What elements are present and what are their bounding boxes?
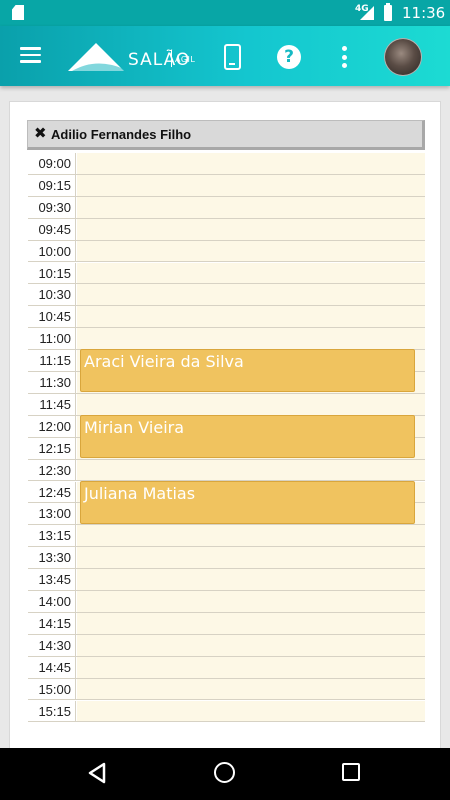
time-label: 10:15 [28, 262, 76, 284]
appointment-client-name: Mirian Vieira [84, 417, 185, 437]
time-slot-row: 13:30 [28, 547, 425, 570]
time-label: 10:00 [28, 240, 76, 262]
time-slot-row: 09:45 [28, 218, 425, 241]
resource-header: ✖ Adilio Fernandes Filho [27, 120, 425, 150]
app-bar: SALÃO ÁGIL ? [0, 26, 450, 86]
time-label: 11:45 [28, 393, 76, 415]
time-slot-row: 09:15 [28, 174, 425, 197]
time-slot-row: 09:00 [28, 153, 425, 175]
time-label: 14:15 [28, 612, 76, 634]
time-slot-row: 11:45 [28, 393, 425, 416]
close-icon[interactable]: ✖ [34, 124, 47, 142]
time-label: 11:30 [28, 372, 76, 393]
time-label: 12:00 [28, 415, 76, 437]
time-slot-row: 12:30 [28, 459, 425, 482]
time-label: 09:15 [28, 174, 76, 196]
time-slot-row: 10:15 [28, 262, 425, 285]
time-label: 09:30 [28, 196, 76, 218]
time-slot-cell[interactable] [77, 196, 425, 218]
time-slot-cell[interactable] [77, 153, 425, 174]
time-slot-cell[interactable] [77, 612, 425, 634]
status-bar: 4G 11:36 [0, 0, 450, 26]
time-slot-cell[interactable] [77, 591, 425, 612]
time-label: 14:30 [28, 634, 76, 656]
time-slot-row: 14:30 [28, 634, 425, 657]
appointment-client-name: Juliana Matias [84, 483, 196, 503]
appointment-block[interactable]: Araci Vieira da Silva [80, 349, 415, 393]
schedule-grid: 09:00 09:15 09:30 09:45 10:00 10:15 10:30 10:45… [28, 153, 425, 723]
time-slot-cell[interactable] [77, 328, 425, 350]
time-slot-row: 15:15 [28, 700, 425, 723]
time-label: 13:30 [28, 547, 76, 569]
time-slot-row: 14:45 [28, 656, 425, 679]
time-slot-cell[interactable] [77, 547, 425, 569]
time-slot-row: 10:00 [28, 240, 425, 263]
logo-divider [171, 50, 172, 67]
more-vert-icon[interactable] [342, 46, 347, 68]
time-slot-row: 09:30 [28, 196, 425, 219]
time-label: 12:15 [28, 437, 76, 459]
time-label: 09:45 [28, 218, 76, 240]
time-slot-row: 11:00 [28, 328, 425, 351]
time-label: 14:45 [28, 656, 76, 678]
time-slot-cell[interactable] [77, 306, 425, 328]
phone-icon[interactable] [224, 44, 241, 70]
time-label: 13:00 [28, 503, 76, 525]
back-icon[interactable] [86, 762, 108, 784]
time-slot-cell[interactable] [77, 569, 425, 590]
time-label: 14:00 [28, 591, 76, 612]
time-slot-row: 13:15 [28, 525, 425, 548]
time-slot-row: 15:00 [28, 678, 425, 701]
time-slot-cell[interactable] [77, 634, 425, 656]
time-slot-cell[interactable] [77, 525, 425, 547]
time-slot-row: 14:00 [28, 591, 425, 613]
app-logo: SALÃO ÁGIL [66, 39, 198, 75]
time-slot-row: 10:45 [28, 306, 425, 329]
schedule-card: ✖ Adilio Fernandes Filho 09:00 09:15 09:30… [9, 101, 441, 761]
time-label: 09:00 [28, 153, 76, 174]
time-slot-row: 10:30 [28, 284, 425, 307]
time-label: 10:45 [28, 306, 76, 328]
logo-mountain-icon [68, 43, 124, 71]
time-slot-cell[interactable] [77, 262, 425, 284]
time-label: 13:15 [28, 525, 76, 547]
help-icon[interactable]: ? [277, 45, 301, 69]
time-slot-cell[interactable] [77, 700, 425, 722]
time-label: 15:00 [28, 678, 76, 700]
time-label: 11:00 [28, 328, 76, 350]
time-slot-cell[interactable] [77, 678, 425, 700]
time-label: 12:45 [28, 481, 76, 503]
time-label: 12:30 [28, 459, 76, 481]
time-slot-row: 13:45 [28, 569, 425, 591]
appointment-block[interactable]: Mirian Vieira [80, 414, 415, 458]
time-slot-cell[interactable] [77, 174, 425, 196]
appointment-client-name: Araci Vieira da Silva [84, 352, 244, 372]
recents-icon[interactable] [342, 763, 360, 781]
time-label: 15:15 [28, 700, 76, 722]
time-slot-cell[interactable] [77, 656, 425, 678]
user-avatar[interactable] [384, 38, 422, 76]
time-label: 13:45 [28, 569, 76, 590]
status-time: 11:36 [402, 4, 446, 22]
time-label: 10:30 [28, 284, 76, 306]
time-slot-row: 14:15 [28, 612, 425, 635]
sd-card-icon [12, 5, 24, 20]
navigation-bar [0, 748, 450, 800]
network-type: 4G [355, 4, 369, 14]
resource-name: Adilio Fernandes Filho [51, 127, 192, 142]
time-slot-cell[interactable] [77, 459, 425, 481]
time-slot-cell[interactable] [77, 240, 425, 262]
home-icon[interactable] [214, 762, 235, 783]
time-slot-cell[interactable] [77, 393, 425, 415]
menu-icon[interactable] [20, 47, 41, 63]
time-slot-cell[interactable] [77, 284, 425, 306]
appointment-block[interactable]: Juliana Matias [80, 480, 415, 524]
time-slot-cell[interactable] [77, 218, 425, 240]
battery-icon [384, 3, 392, 21]
time-label: 11:15 [28, 350, 76, 371]
logo-subtext: ÁGIL [175, 55, 196, 64]
